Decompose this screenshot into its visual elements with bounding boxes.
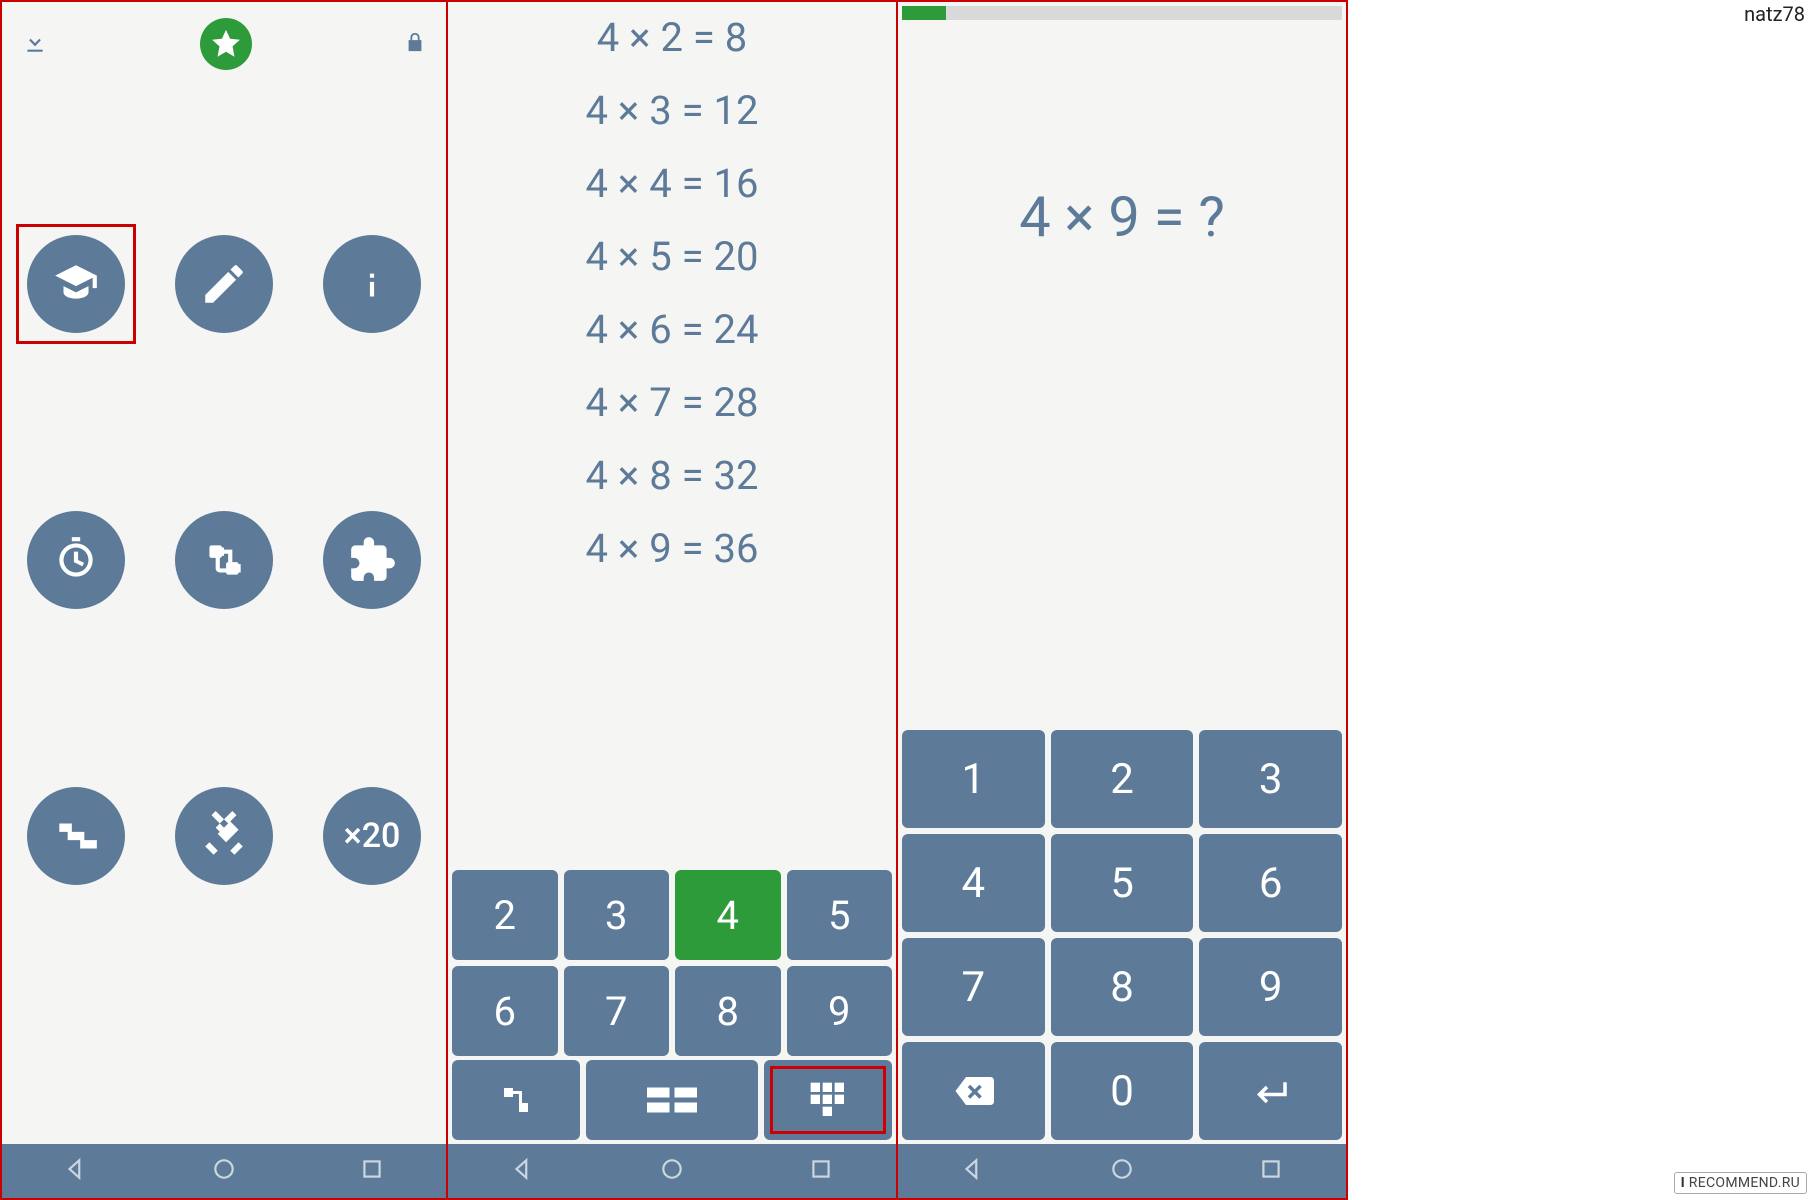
nav-recent-icon[interactable]	[1258, 1156, 1284, 1186]
table-row: 4 × 7 = 28	[586, 379, 759, 426]
progress-fill	[902, 6, 946, 20]
digit-key-4[interactable]: 4	[902, 834, 1045, 932]
digit-key-3[interactable]: 3	[1199, 730, 1342, 828]
table-row: 4 × 2 = 8	[597, 14, 747, 61]
info-button[interactable]	[323, 235, 421, 333]
table-screen-panel: 4 × 2 = 8 4 × 3 = 12 4 × 4 = 16 4 × 5 = 20 4…	[446, 0, 898, 1200]
watermark-label: I RECOMMEND.RU	[1674, 1172, 1807, 1194]
table-select-key-2[interactable]: 2	[452, 870, 558, 960]
nav-home-icon[interactable]	[211, 1156, 237, 1186]
x20-button[interactable]: ×20	[323, 787, 421, 885]
digit-key-7[interactable]: 7	[902, 938, 1045, 1036]
star-badge-icon[interactable]	[200, 18, 252, 70]
digit-key-0[interactable]: 0	[1051, 1042, 1194, 1140]
android-nav-bar	[2, 1144, 446, 1198]
nav-back-icon[interactable]	[63, 1156, 89, 1186]
table-row: 4 × 5 = 20	[586, 233, 759, 280]
enter-key[interactable]	[1199, 1042, 1342, 1140]
table-row: 4 × 3 = 12	[586, 87, 759, 134]
tree-view-button[interactable]	[452, 1060, 580, 1140]
digit-key-8[interactable]: 8	[1051, 938, 1194, 1036]
table-select-key-5[interactable]: 5	[787, 870, 893, 960]
keypad-view-button[interactable]	[764, 1060, 892, 1140]
table-row: 4 × 9 = 36	[586, 525, 759, 572]
x20-label: ×20	[344, 816, 401, 856]
table-select-key-9[interactable]: 9	[787, 966, 893, 1056]
question-text: 4 × 9 = ?	[898, 24, 1346, 726]
android-nav-bar	[898, 1144, 1346, 1198]
multiplication-table: 4 × 2 = 8 4 × 3 = 12 4 × 4 = 16 4 × 5 = 20 4…	[448, 2, 896, 866]
connect-button[interactable]	[175, 511, 273, 609]
nav-home-icon[interactable]	[1109, 1156, 1135, 1186]
lock-icon[interactable]	[404, 29, 426, 59]
table-select-key-7[interactable]: 7	[564, 966, 670, 1056]
home-screen-panel: ×20	[0, 0, 448, 1200]
puzzle-button[interactable]	[323, 511, 421, 609]
table-select-key-4[interactable]: 4	[675, 870, 781, 960]
table-select-key-6[interactable]: 6	[452, 966, 558, 1056]
learn-mode-selected	[16, 224, 136, 344]
nav-back-icon[interactable]	[510, 1156, 536, 1186]
table-row: 4 × 4 = 16	[586, 160, 759, 207]
quiz-screen-panel: 4 × 9 = ? 123 456 7890	[896, 0, 1348, 1200]
progress-bar	[902, 6, 1342, 20]
backspace-key[interactable]	[902, 1042, 1045, 1140]
digit-key-2[interactable]: 2	[1051, 730, 1194, 828]
table-select-key-3[interactable]: 3	[564, 870, 670, 960]
grid-view-button[interactable]	[586, 1060, 758, 1140]
nav-back-icon[interactable]	[960, 1156, 986, 1186]
battle-button[interactable]	[175, 787, 273, 885]
nav-recent-icon[interactable]	[359, 1156, 385, 1186]
download-icon[interactable]	[22, 29, 48, 59]
username-label: natz78	[1744, 2, 1805, 26]
digit-key-1[interactable]: 1	[902, 730, 1045, 828]
table-select-key-8[interactable]: 8	[675, 966, 781, 1056]
learn-button[interactable]	[27, 235, 125, 333]
digit-key-6[interactable]: 6	[1199, 834, 1342, 932]
timer-button[interactable]	[27, 511, 125, 609]
digit-key-5[interactable]: 5	[1051, 834, 1194, 932]
practice-button[interactable]	[175, 235, 273, 333]
table-row: 4 × 8 = 32	[586, 452, 759, 499]
nav-recent-icon[interactable]	[808, 1156, 834, 1186]
nav-home-icon[interactable]	[659, 1156, 685, 1186]
steps-button[interactable]	[27, 787, 125, 885]
digit-key-9[interactable]: 9	[1199, 938, 1342, 1036]
table-row: 4 × 6 = 24	[586, 306, 759, 353]
android-nav-bar	[448, 1144, 896, 1198]
